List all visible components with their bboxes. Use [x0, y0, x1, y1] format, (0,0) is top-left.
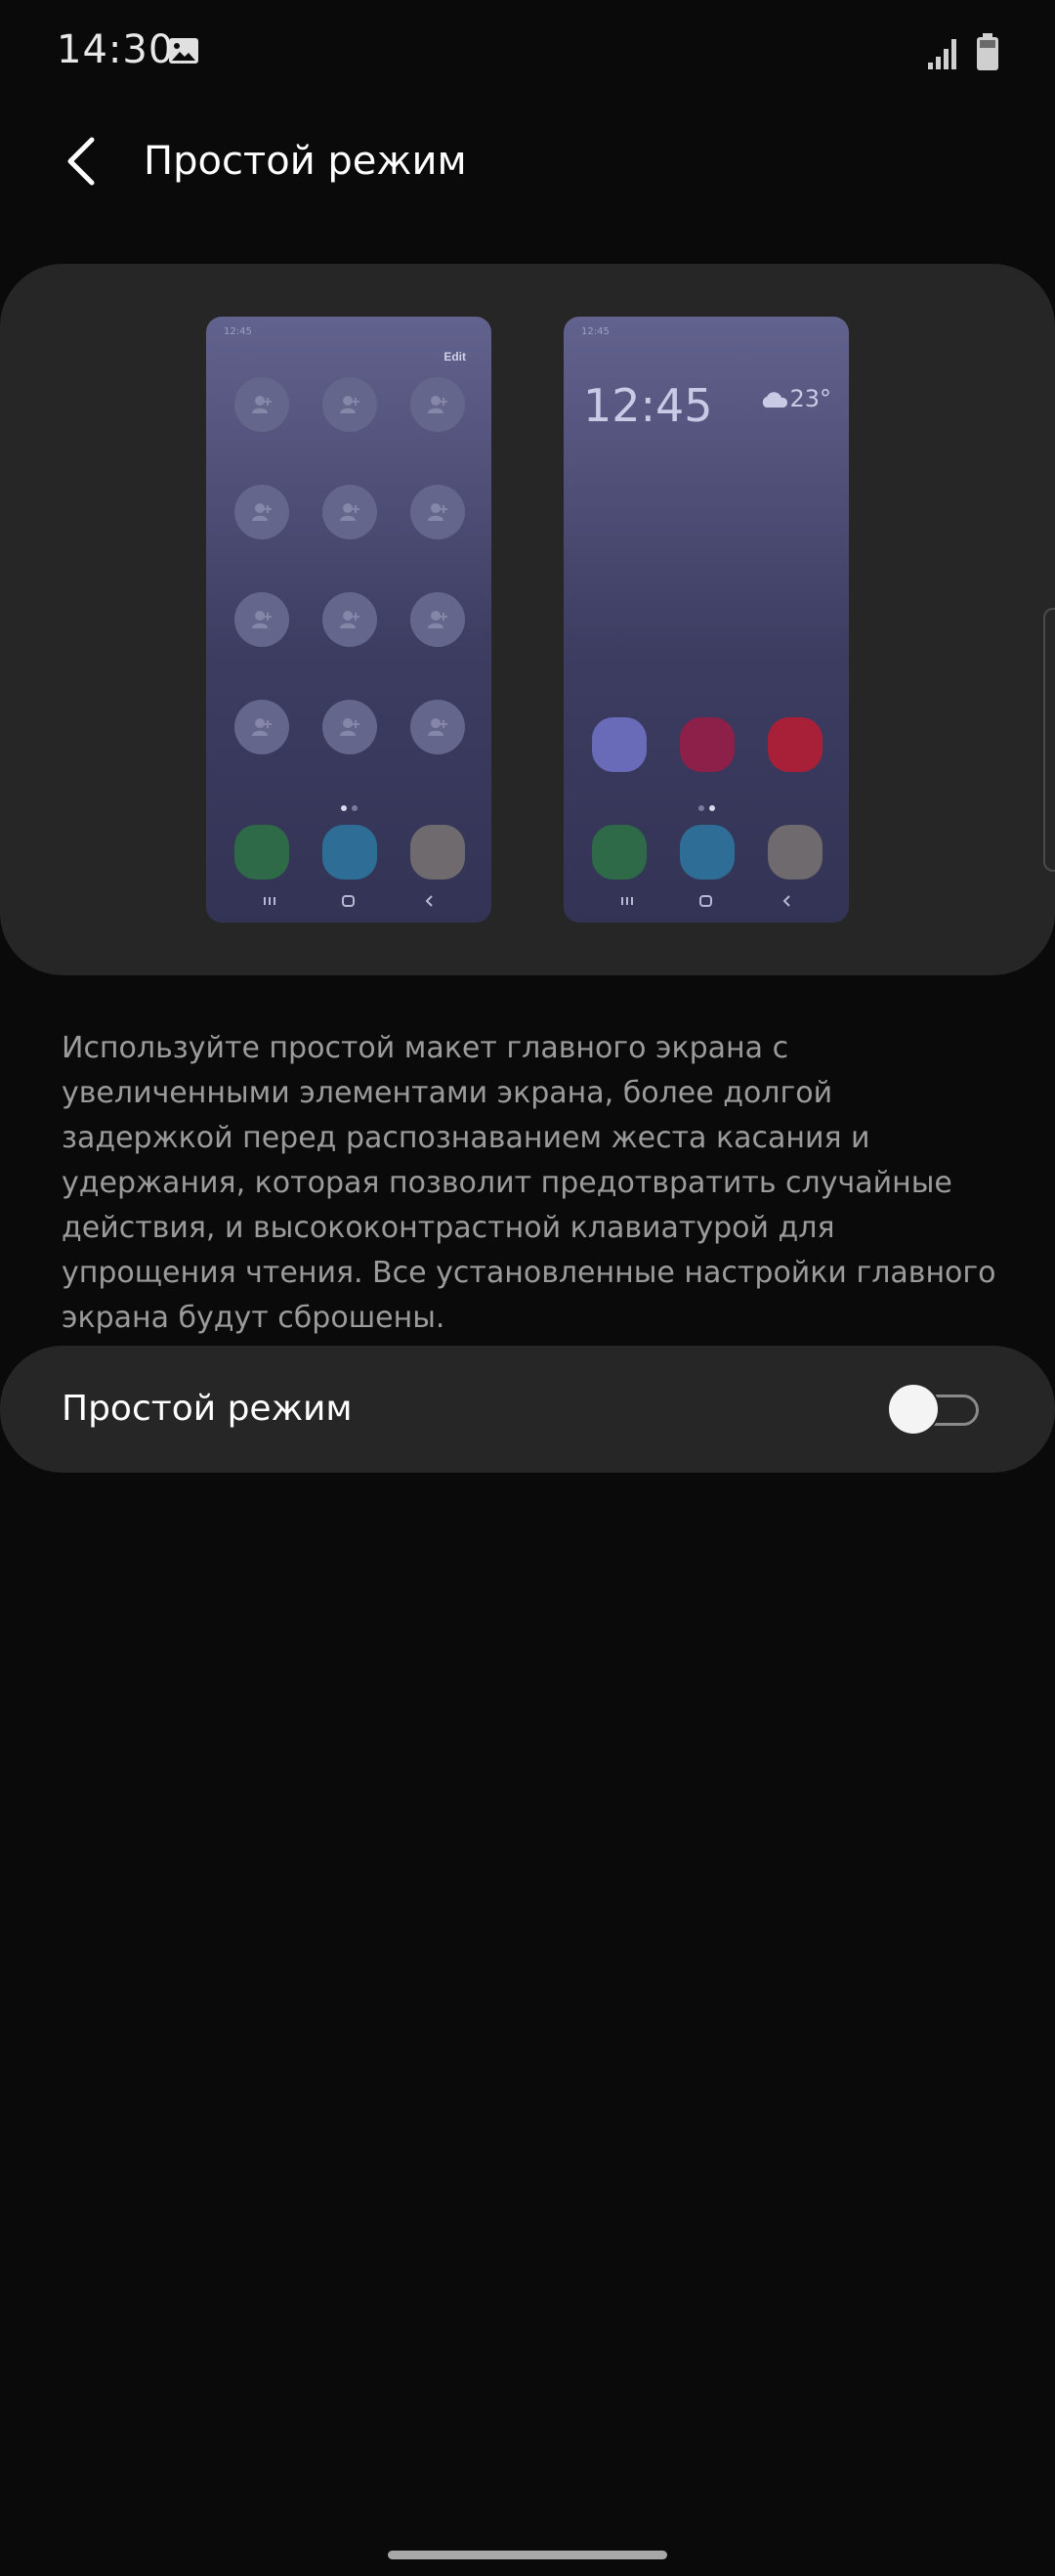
- description-text: Используйте простой макет главного экран…: [62, 1031, 996, 1335]
- app-icon: [768, 717, 823, 772]
- contact-placeholder: [322, 700, 377, 754]
- easy-mode-switch[interactable]: [887, 1383, 983, 1436]
- dock-phone-icon: [234, 825, 289, 880]
- preview-temperature: 23°: [789, 385, 831, 412]
- contact-placeholder: [234, 592, 289, 647]
- dock-messages-icon: [680, 825, 735, 880]
- page-indicator-dot: [352, 805, 358, 811]
- preview-clock: 12:45: [583, 379, 713, 432]
- home-nav-icon: [699, 895, 712, 907]
- cloud-icon: [763, 392, 788, 408]
- recents-nav-icon: [264, 897, 275, 905]
- contact-placeholder: [410, 700, 465, 754]
- app-icon: [592, 717, 647, 772]
- dock-phone-icon: [592, 825, 647, 880]
- edge-panel-handle[interactable]: [1043, 608, 1055, 872]
- recents-nav-icon: [621, 897, 633, 905]
- dock-camera-icon: [768, 825, 823, 880]
- home-indicator[interactable]: [388, 2551, 667, 2559]
- contact-placeholder: [234, 485, 289, 539]
- preview-time: 12:45: [581, 326, 610, 337]
- easy-mode-toggle-row[interactable]: Простой режим: [0, 1346, 1055, 1473]
- preview-time: 12:45: [224, 326, 252, 337]
- contact-placeholder: [322, 485, 377, 539]
- contact-placeholder: [410, 592, 465, 647]
- toggle-label: Простой режим: [62, 1389, 353, 1429]
- page-title: Простой режим: [144, 139, 467, 184]
- page-indicator-dot: [709, 805, 715, 811]
- contact-placeholder: [322, 377, 377, 432]
- back-nav-icon: [425, 895, 433, 907]
- signal-icon: [928, 39, 956, 69]
- status-time: 14:30: [57, 27, 175, 72]
- page-indicator-dot: [698, 805, 704, 811]
- contact-placeholder: [234, 700, 289, 754]
- preview-card: 12:45 Edit 12:45 12:45 23°: [0, 264, 1055, 975]
- contact-placeholder: [410, 377, 465, 432]
- back-nav-icon: [782, 895, 790, 907]
- contact-placeholder: [410, 485, 465, 539]
- back-button[interactable]: [57, 132, 106, 191]
- switch-knob: [887, 1383, 940, 1436]
- dock-messages-icon: [322, 825, 377, 880]
- contact-placeholder: [234, 377, 289, 432]
- dock-camera-icon: [410, 825, 465, 880]
- contact-placeholder: [322, 592, 377, 647]
- page-indicator-dot: [341, 805, 347, 811]
- preview-weather: 23°: [760, 385, 831, 412]
- preview-phone-home: 12:45 12:45 23°: [564, 317, 849, 923]
- app-icon: [680, 717, 735, 772]
- home-nav-icon: [342, 895, 355, 907]
- battery-icon: [977, 33, 998, 70]
- preview-phone-contacts: 12:45 Edit: [206, 317, 491, 923]
- gallery-notification-icon: [169, 38, 198, 64]
- preview-edit-label: Edit: [443, 350, 466, 364]
